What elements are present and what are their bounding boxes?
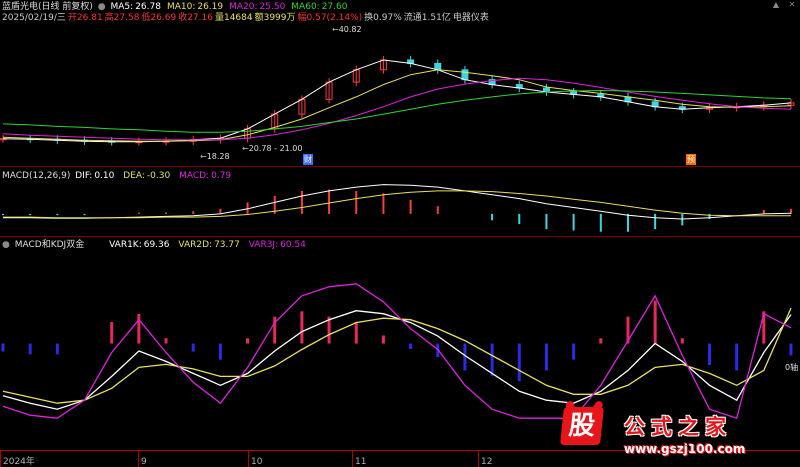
bar-info-item: 流通1.51亿 <box>403 13 451 23</box>
bar-info-item: 换0.97% <box>364 13 402 23</box>
watermark-url: www.gszj100.com <box>624 442 746 456</box>
kdj-title[interactable]: MACD和KDJ双金 <box>15 240 84 250</box>
event-marker-forecast[interactable]: 预 <box>686 154 696 165</box>
bar-info-item: 2025/02/19/三 <box>2 13 66 23</box>
bar-info-item: 低26.69 <box>141 13 177 23</box>
bar-info-item: 额3999万 <box>254 13 296 23</box>
x-tick-label: 10 <box>251 457 263 467</box>
x-tick-label: 11 <box>355 457 367 467</box>
candle-body <box>461 69 469 81</box>
ma-value: 26.19 <box>197 2 224 12</box>
x-tick <box>0 450 1 467</box>
ma-toggle-icon[interactable]: ● <box>98 2 106 12</box>
kdj-var2d-value: 73.77 <box>214 240 240 250</box>
bar-info-item: 开26.81 <box>67 13 103 23</box>
ma-value: 26.78 <box>135 2 161 12</box>
kdj-var1k-value: 69.36 <box>143 240 170 250</box>
ma-label: MA60: <box>291 2 320 12</box>
macd-dif-line <box>3 184 792 220</box>
kdj-var2d-label: VAR2D: <box>178 240 213 250</box>
close-icon[interactable]: ✕ <box>788 1 796 9</box>
macd-dea-line <box>3 190 791 219</box>
x-tick-label: 12 <box>481 457 493 467</box>
price-chart[interactable] <box>0 24 800 153</box>
stock-name[interactable]: 蓝盾光电(日线 前复权) <box>2 2 93 12</box>
ma-label: MA20: <box>229 2 258 12</box>
kdj-line-var3j <box>2 283 792 420</box>
low-label: ←18.28 <box>200 152 230 161</box>
x-tick-label: 2024年 <box>3 457 35 467</box>
ma-line-ma60 <box>2 89 792 133</box>
kdj-line-var1k <box>2 310 792 410</box>
x-tick <box>478 450 479 467</box>
watermark-gu-badge: 股 <box>560 407 604 445</box>
kdj-var3j-label: VAR3J: <box>248 240 279 250</box>
kdj-var1k-label: VAR1K: <box>109 240 142 250</box>
bar-info: 2025/02/19/三 开26.81 高27.58 低26.69 收27.16 量146… <box>2 12 491 24</box>
zero-axis-label: 0轴 <box>785 363 799 372</box>
event-marker-report[interactable]: 财 <box>303 154 313 165</box>
high-label: ←40.82 <box>332 25 362 34</box>
bar-info-item: 高27.58 <box>104 13 140 23</box>
x-tick <box>138 450 139 467</box>
kdj-toggle-icon[interactable]: ● <box>2 240 10 250</box>
macd-chart[interactable] <box>0 180 800 235</box>
x-tick-label: 9 <box>141 457 147 467</box>
x-tick <box>352 450 353 467</box>
range-label: ←20.78 - 21.00 <box>242 144 303 153</box>
ma-value: 27.60 <box>321 2 348 12</box>
ma-label: MA10: <box>166 2 196 12</box>
ma-line-ma10 <box>2 69 792 142</box>
bar-info-item: 收27.16 <box>178 13 213 23</box>
ma-value: 25.50 <box>259 2 286 12</box>
ma-line-ma20 <box>2 77 792 141</box>
pane-divider <box>0 236 800 237</box>
collapse-up-icon[interactable]: ▲ <box>772 1 780 9</box>
watermark-title: 公式之家 <box>624 415 732 439</box>
x-tick <box>248 450 249 467</box>
ma-label: MA5: <box>110 2 134 12</box>
bar-info-item: 幅0.57(2.14%) <box>297 13 363 23</box>
ma-values: MA5: 26.78 MA10: 26.19 MA20: 25.50 MA60: 27.60 <box>111 2 354 12</box>
bar-info-item: 量14684 <box>214 13 253 23</box>
pane-divider <box>0 166 800 167</box>
watermark-logo: 股 公式之家 www.gszj100.com <box>560 407 782 467</box>
stock-chart-window: 蓝盾光电(日线 前复权) ● MA5: 26.78 MA10: 26.19 MA20: 2… <box>0 0 800 467</box>
kdj-var3j-value: 60.54 <box>280 240 306 250</box>
bar-info-item: 电器仪表 <box>452 13 489 23</box>
